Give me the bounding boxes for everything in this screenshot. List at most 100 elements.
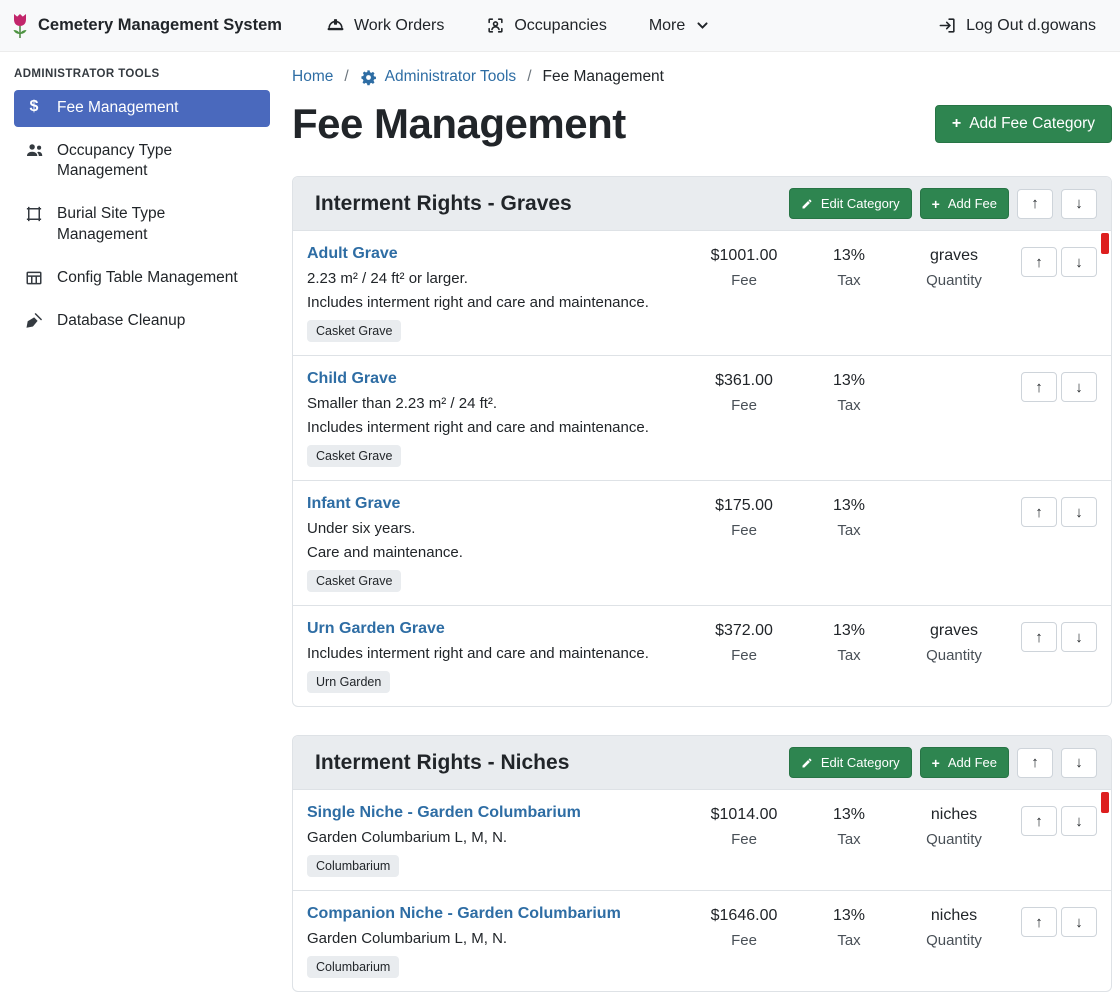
fee-tax: 13% — [799, 622, 899, 640]
fee-tax-cell: 13% Tax — [799, 905, 899, 949]
move-fee-up-button[interactable]: ↑ — [1021, 907, 1057, 937]
fee-name-link[interactable]: Companion Niche - Garden Columbarium — [307, 905, 621, 923]
move-fee-up-button[interactable]: ↑ — [1021, 497, 1057, 527]
move-fee-down-button[interactable]: ↓ — [1061, 622, 1097, 652]
fee-amount: $361.00 — [689, 372, 799, 390]
fee-row-arrows: ↑ ↓ — [1009, 804, 1097, 836]
fee-name-link[interactable]: Child Grave — [307, 370, 397, 388]
fee-quantity-label: Quantity — [899, 932, 1009, 949]
plus-icon: + — [932, 756, 940, 770]
fee-row: Child Grave Smaller than 2.23 m² / 24 ft… — [293, 356, 1111, 481]
fee-name-link[interactable]: Adult Grave — [307, 245, 398, 263]
card-scrollbar-marker[interactable] — [1101, 233, 1109, 254]
sidebar-item-label: Fee Management — [57, 98, 179, 118]
fee-amount: $1001.00 — [689, 247, 799, 265]
arrow-up-icon: ↑ — [1031, 195, 1039, 212]
fee-row-arrows: ↑ ↓ — [1009, 905, 1097, 937]
fee-amount: $175.00 — [689, 497, 799, 515]
move-fee-down-button[interactable]: ↓ — [1061, 907, 1097, 937]
move-fee-up-button[interactable]: ↑ — [1021, 247, 1057, 277]
page-header: Fee Management + Add Fee Category — [292, 100, 1112, 148]
fee-quantity-cell: graves Quantity — [899, 245, 1009, 289]
fee-amount-cell: $1014.00 Fee — [689, 804, 799, 848]
fee-descriptions: Garden Columbarium L, M, N. — [307, 829, 689, 846]
move-fee-down-button[interactable]: ↓ — [1061, 497, 1097, 527]
nav-item-label: More — [649, 17, 685, 35]
sidebar-header: ADMINISTRATOR TOOLS — [14, 64, 270, 90]
arrow-up-icon: ↑ — [1035, 379, 1043, 396]
category-title: Interment Rights - Niches — [315, 751, 781, 775]
fee-tax-label: Tax — [799, 397, 899, 414]
arrow-up-icon: ↑ — [1035, 629, 1043, 646]
nav-item-more[interactable]: More — [649, 16, 709, 35]
breadcrumb-home-link[interactable]: Home — [292, 68, 333, 86]
fee-quantity-label: Quantity — [899, 831, 1009, 848]
fee-quantity-value: niches — [899, 907, 1009, 925]
edit-category-button[interactable]: Edit Category — [789, 188, 912, 219]
fee-quantity-label: Quantity — [899, 647, 1009, 664]
breadcrumb-separator: / — [527, 68, 531, 86]
arrow-down-icon: ↓ — [1075, 504, 1083, 521]
move-fee-up-button[interactable]: ↑ — [1021, 372, 1057, 402]
sidebar-item-occupancy-type[interactable]: Occupancy Type Management — [14, 133, 270, 190]
app-title: Cemetery Management System — [38, 16, 282, 35]
fee-description: Smaller than 2.23 m² / 24 ft². — [307, 395, 689, 412]
nav-item-occupancies[interactable]: Occupancies — [486, 16, 607, 35]
fee-amount-cell: $1001.00 Fee — [689, 245, 799, 289]
fee-tax-label: Tax — [799, 522, 899, 539]
breadcrumb-admin-link[interactable]: Administrator Tools — [360, 68, 517, 86]
logout-label: Log Out d.gowans — [966, 17, 1096, 35]
logout-icon — [938, 16, 957, 35]
top-navbar: Cemetery Management System Work Orders — [0, 0, 1120, 52]
arrow-up-icon: ↑ — [1035, 813, 1043, 830]
add-fee-button[interactable]: + Add Fee — [920, 188, 1009, 219]
pencil-icon — [801, 757, 813, 769]
sidebar-item-database-cleanup[interactable]: Database Cleanup — [14, 303, 270, 340]
fee-row-arrows: ↑ ↓ — [1009, 370, 1097, 402]
move-category-up-button[interactable]: ↑ — [1017, 748, 1053, 778]
fee-quantity-label: Quantity — [899, 272, 1009, 289]
fee-type-badge: Casket Grave — [307, 570, 401, 592]
fee-amount: $1646.00 — [689, 907, 799, 925]
sidebar-item-fee-management[interactable]: $ Fee Management — [14, 90, 270, 127]
fee-name-link[interactable]: Urn Garden Grave — [307, 620, 445, 638]
move-category-down-button[interactable]: ↓ — [1061, 189, 1097, 219]
chevron-down-icon — [696, 19, 709, 32]
move-fee-down-button[interactable]: ↓ — [1061, 247, 1097, 277]
fee-tax-cell: 13% Tax — [799, 804, 899, 848]
fee-quantity-cell: niches Quantity — [899, 804, 1009, 848]
category-header: Interment Rights - Niches Edit Category … — [293, 736, 1111, 790]
move-category-down-button[interactable]: ↓ — [1061, 748, 1097, 778]
logout-button[interactable]: Log Out d.gowans — [938, 16, 1096, 35]
fee-row-arrows: ↑ ↓ — [1009, 245, 1097, 277]
users-icon — [24, 141, 44, 159]
move-fee-up-button[interactable]: ↑ — [1021, 622, 1057, 652]
edit-category-button[interactable]: Edit Category — [789, 747, 912, 778]
add-fee-label: Add Fee — [948, 755, 997, 770]
sidebar-item-label: Database Cleanup — [57, 311, 185, 331]
sidebar: ADMINISTRATOR TOOLS $ Fee Management Occ… — [0, 52, 282, 346]
fee-name-link[interactable]: Infant Grave — [307, 495, 400, 513]
move-fee-down-button[interactable]: ↓ — [1061, 372, 1097, 402]
fee-type-badge: Casket Grave — [307, 320, 401, 342]
move-fee-up-button[interactable]: ↑ — [1021, 806, 1057, 836]
add-fee-label: Add Fee — [948, 196, 997, 211]
fee-type-badge: Urn Garden — [307, 671, 390, 693]
nav-item-label: Occupancies — [514, 17, 607, 35]
breadcrumb-current: Fee Management — [543, 68, 665, 86]
add-fee-button[interactable]: + Add Fee — [920, 747, 1009, 778]
fee-amount-label: Fee — [689, 522, 799, 539]
add-fee-category-button[interactable]: + Add Fee Category — [935, 105, 1112, 143]
sidebar-item-config-table[interactable]: Config Table Management — [14, 260, 270, 297]
card-scrollbar-marker[interactable] — [1101, 792, 1109, 813]
fee-name-link[interactable]: Single Niche - Garden Columbarium — [307, 804, 581, 822]
fee-amount-label: Fee — [689, 647, 799, 664]
fee-tax: 13% — [799, 497, 899, 515]
app-brand[interactable]: Cemetery Management System — [10, 12, 282, 40]
sidebar-item-burial-site-type[interactable]: Burial Site Type Management — [14, 196, 270, 253]
fee-row: Adult Grave 2.23 m² / 24 ft² or larger.I… — [293, 231, 1111, 356]
fee-description: Includes interment right and care and ma… — [307, 419, 689, 436]
nav-item-work-orders[interactable]: Work Orders — [326, 16, 444, 35]
move-fee-down-button[interactable]: ↓ — [1061, 806, 1097, 836]
move-category-up-button[interactable]: ↑ — [1017, 189, 1053, 219]
